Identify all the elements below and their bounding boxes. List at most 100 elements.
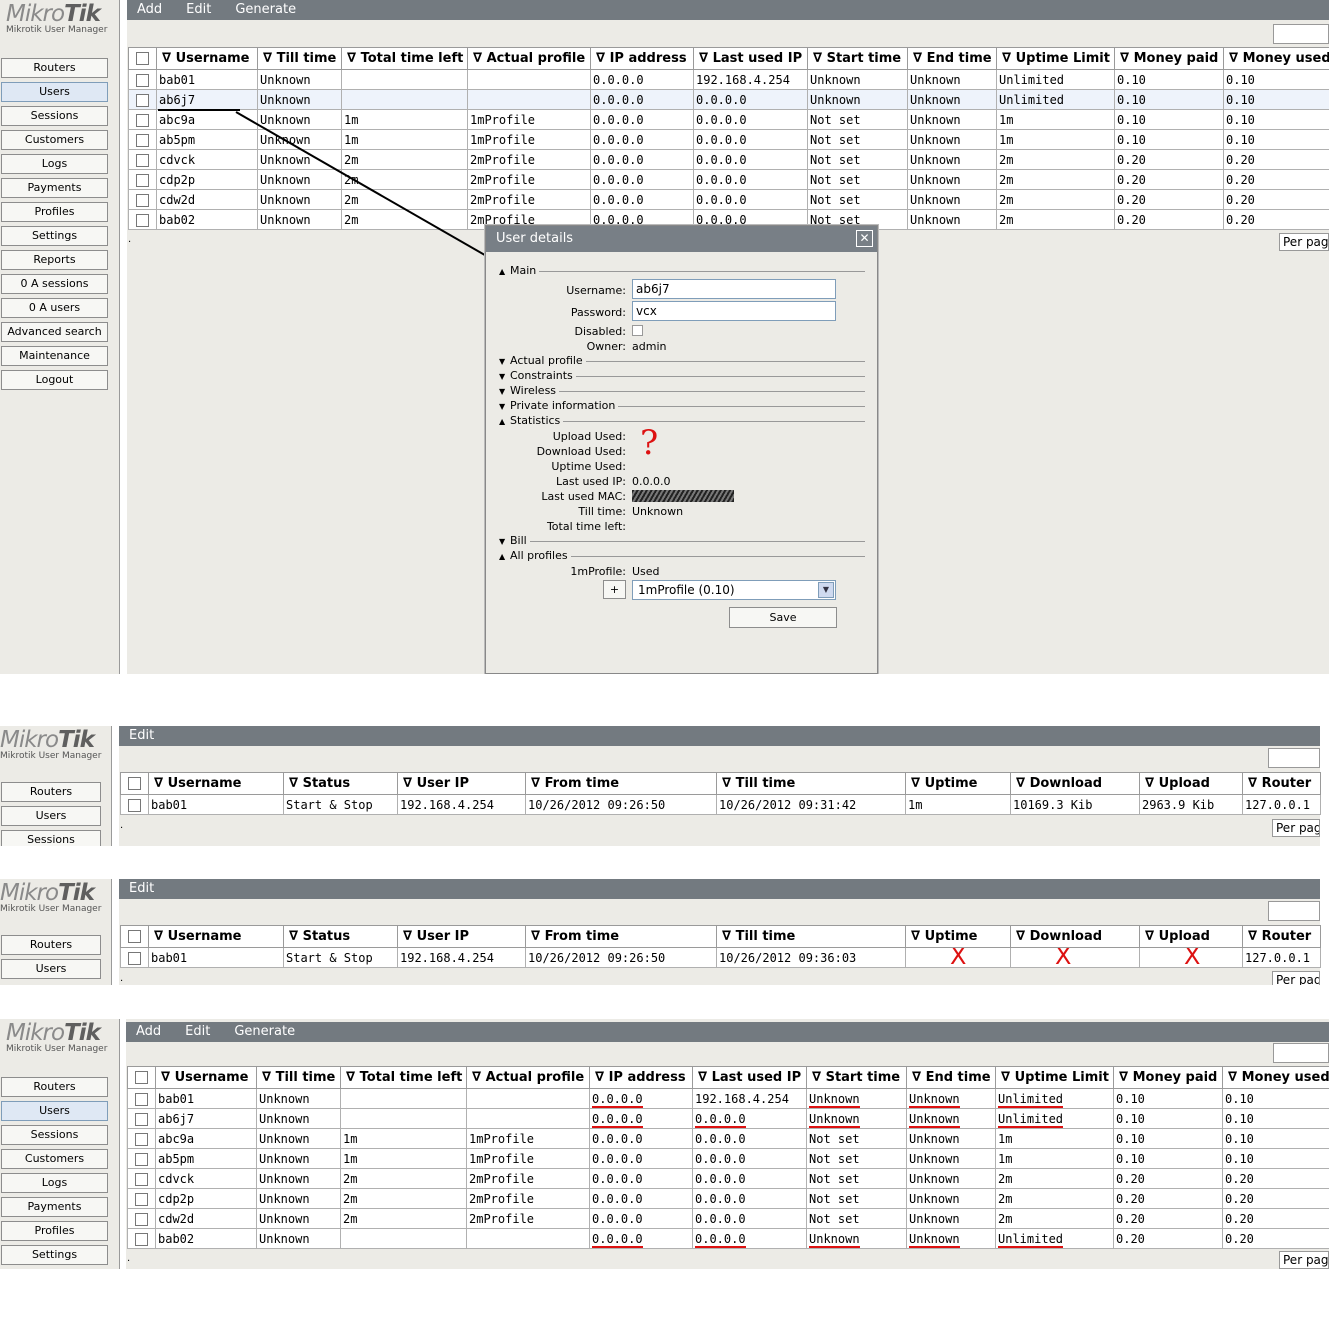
column-header-username[interactable]: ∇ Username: [148, 772, 284, 795]
column-header-router[interactable]: ∇ Router: [1242, 925, 1321, 948]
filter-input[interactable]: [1268, 901, 1320, 921]
chevron-down-icon[interactable]: ▼: [818, 582, 834, 598]
row-checkbox[interactable]: [120, 794, 149, 815]
sessions-pane-a: MikroTik Mikrotik User Manager Routers Us…: [0, 726, 1329, 846]
row-checkbox[interactable]: [127, 1148, 156, 1169]
username-field[interactable]: ab6j7: [632, 279, 836, 299]
sidebar-item-routers[interactable]: Routers: [1, 935, 101, 955]
sidebar-item-routers[interactable]: Routers: [1, 782, 101, 802]
table-row[interactable]: cdw2d Unknown 2m 2mProfile 0.0.0.0 0.0.0.0 Not…: [127, 1208, 1329, 1229]
per-page-select[interactable]: Per page: [1272, 971, 1320, 985]
close-icon[interactable]: ✕: [856, 230, 873, 247]
sidebar-item-sessions[interactable]: Sessions: [1, 830, 101, 846]
cell-text: 0.10: [1116, 1091, 1145, 1106]
row-checkbox[interactable]: [127, 1208, 156, 1229]
table-row[interactable]: bab01 Start & Stop 192.168.4.254 10/26/2012…: [120, 947, 1321, 968]
column-header-upload[interactable]: ∇ Upload: [1139, 772, 1243, 795]
select-all-checkbox[interactable]: [120, 925, 149, 948]
table-row[interactable]: cdp2p Unknown 2m 2mProfile 0.0.0.0 0.0.0.0 Not…: [127, 1188, 1329, 1209]
section-constraints[interactable]: ▼ Constraints: [499, 369, 865, 383]
select-all-checkbox[interactable]: [127, 1066, 156, 1089]
column-header-download[interactable]: ∇ Download: [1010, 772, 1140, 795]
column-header-upload[interactable]: ∇ Upload: [1139, 925, 1243, 948]
section-wireless[interactable]: ▼ Wireless: [499, 384, 865, 398]
column-header-ip-address[interactable]: ∇ IP address: [589, 1066, 693, 1089]
disabled-checkbox[interactable]: [632, 325, 643, 336]
row-checkbox[interactable]: [127, 1088, 156, 1109]
toolbar-edit-button[interactable]: Edit: [129, 728, 154, 743]
table-row[interactable]: bab01 Start & Stop 192.168.4.254 10/26/2012…: [120, 794, 1321, 815]
toolbar-edit-button[interactable]: Edit: [129, 881, 154, 896]
column-header-from-time[interactable]: ∇ From time: [525, 925, 717, 948]
cell-text: 1mProfile: [469, 1131, 535, 1146]
section-bill[interactable]: ▼ Bill: [499, 534, 865, 548]
column-header-router[interactable]: ∇ Router: [1242, 772, 1321, 795]
column-header-user-ip[interactable]: ∇ User IP: [397, 925, 526, 948]
per-page-select[interactable]: Per page: [1272, 819, 1320, 837]
sidebar-item-users[interactable]: Users: [1, 1101, 108, 1121]
per-page-select[interactable]: Per page: [1279, 1251, 1329, 1269]
row-checkbox[interactable]: [120, 947, 149, 968]
table-row[interactable]: bab01 Unknown 0.0.0.0 192.168.4.254 Unknown U…: [127, 1088, 1329, 1109]
table-row[interactable]: bab02 Unknown 0.0.0.0 0.0.0.0 Unknown Unknown…: [127, 1228, 1329, 1249]
column-header-from-time[interactable]: ∇ From time: [525, 772, 717, 795]
column-header-last-used-ip[interactable]: ∇ Last used IP: [692, 1066, 807, 1089]
sidebar-item-logs[interactable]: Logs: [1, 1173, 108, 1193]
column-header-money-used[interactable]: ∇ Money used: [1222, 1066, 1329, 1089]
column-header-status[interactable]: ∇ Status: [283, 925, 398, 948]
column-header-actual-profile[interactable]: ∇ Actual profile: [466, 1066, 590, 1089]
toolbar-add-button[interactable]: Add: [136, 1024, 161, 1039]
table-row[interactable]: ab6j7 Unknown 0.0.0.0 0.0.0.0 Unknown Unknown…: [127, 1108, 1329, 1129]
sidebar-item-sessions[interactable]: Sessions: [1, 1125, 108, 1145]
sidebar-item-customers[interactable]: Customers: [1, 1149, 108, 1169]
column-header-username[interactable]: ∇ Username: [155, 1066, 257, 1089]
column-header-end-time[interactable]: ∇ End time: [906, 1066, 996, 1089]
sidebar-item-profiles[interactable]: Profiles: [1, 1221, 108, 1241]
sidebar-item-payments[interactable]: Payments: [1, 1197, 108, 1217]
sidebar-item-settings[interactable]: Settings: [1, 1245, 108, 1265]
password-field[interactable]: vcx: [632, 301, 836, 321]
section-main[interactable]: ▲ Main: [499, 264, 865, 278]
column-header-user-ip[interactable]: ∇ User IP: [397, 772, 526, 795]
column-header-start-time[interactable]: ∇ Start time: [806, 1066, 907, 1089]
filter-input[interactable]: [1268, 748, 1320, 768]
row-checkbox[interactable]: [127, 1188, 156, 1209]
section-statistics[interactable]: ▲ Statistics: [499, 414, 865, 428]
dialog-title: User details: [496, 231, 574, 246]
table-row[interactable]: abc9a Unknown 1m 1mProfile 0.0.0.0 0.0.0.0 Not…: [127, 1128, 1329, 1149]
row-checkbox[interactable]: [127, 1228, 156, 1249]
column-header-username[interactable]: ∇ Username: [148, 925, 284, 948]
section-all-profiles[interactable]: ▲ All profiles: [499, 549, 865, 563]
column-header-uptime[interactable]: ∇ Uptime: [905, 925, 1011, 948]
sidebar-item-users[interactable]: Users: [1, 959, 101, 979]
save-button[interactable]: Save: [729, 607, 837, 628]
sidebar-item-routers[interactable]: Routers: [1, 1077, 108, 1097]
table-cell: 2mProfile: [466, 1208, 590, 1229]
toolbar-generate-button[interactable]: Generate: [234, 1024, 295, 1039]
column-header-status[interactable]: ∇ Status: [283, 772, 398, 795]
row-checkbox[interactable]: [127, 1168, 156, 1189]
filter-input[interactable]: [1273, 1043, 1329, 1063]
select-all-checkbox[interactable]: [120, 772, 149, 795]
table-row[interactable]: ab5pm Unknown 1m 1mProfile 0.0.0.0 0.0.0.0 Not…: [127, 1148, 1329, 1169]
column-header-till-time[interactable]: ∇ Till time: [716, 925, 906, 948]
profile-select[interactable]: 1mProfile (0.10) ▼: [632, 580, 836, 600]
row-checkbox[interactable]: [127, 1128, 156, 1149]
main-area: Add Edit Generate ∇ Username ∇ Till time ∇ T…: [126, 1019, 1329, 1269]
column-header-money-paid[interactable]: ∇ Money paid: [1113, 1066, 1223, 1089]
column-header-uptime[interactable]: ∇ Uptime: [905, 772, 1011, 795]
column-header-till-time[interactable]: ∇ Till time: [716, 772, 906, 795]
toolbar-edit-button[interactable]: Edit: [185, 1024, 210, 1039]
sidebar-item-users[interactable]: Users: [1, 806, 101, 826]
section-actual-profile[interactable]: ▼ Actual profile: [499, 354, 865, 368]
column-header-download[interactable]: ∇ Download: [1010, 925, 1140, 948]
cell-text: Unknown: [259, 1231, 310, 1246]
table-cell: Unknown: [906, 1148, 996, 1169]
add-profile-button[interactable]: +: [603, 580, 626, 599]
row-checkbox[interactable]: [127, 1108, 156, 1129]
column-header-total-time-left[interactable]: ∇ Total time left: [340, 1066, 467, 1089]
column-header-uptime-limit[interactable]: ∇ Uptime Limit: [995, 1066, 1114, 1089]
section-private-information[interactable]: ▼ Private information: [499, 399, 865, 413]
column-header-till-time[interactable]: ∇ Till time: [256, 1066, 341, 1089]
table-row[interactable]: cdvck Unknown 2m 2mProfile 0.0.0.0 0.0.0.0 Not…: [127, 1168, 1329, 1189]
